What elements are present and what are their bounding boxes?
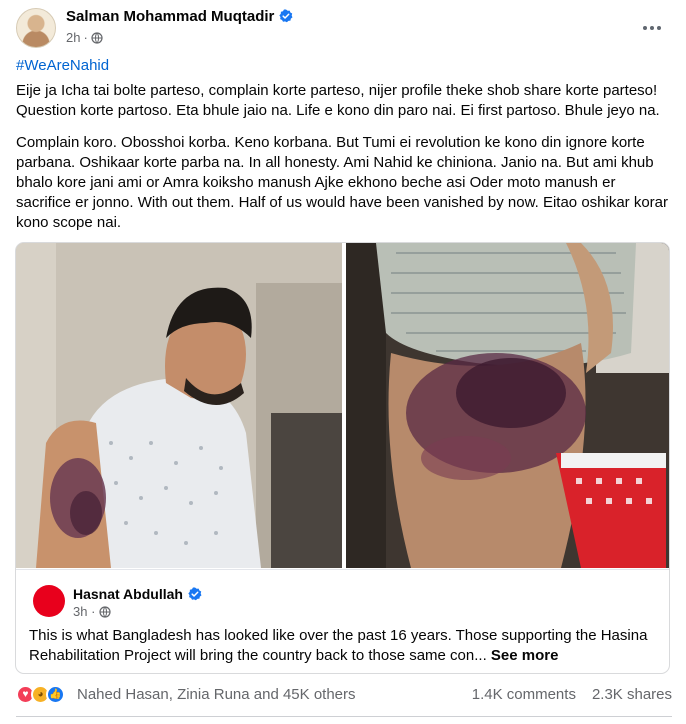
post-meta: 2h · — [66, 30, 103, 46]
engagement-counts: 1.4K comments 2.3K shares — [456, 686, 672, 703]
more-dot-icon — [657, 26, 661, 30]
post-time[interactable]: 2h — [66, 30, 80, 45]
post-paragraph-2: Complain koro. Obosshoi korba. Keno korb… — [16, 134, 669, 231]
photo-man-bruised-arm[interactable] — [16, 243, 342, 568]
verified-badge-icon — [279, 9, 293, 23]
see-more-link[interactable]: See more — [491, 647, 559, 664]
post-header: Salman Mohammad Muqtadir 2h · — [16, 8, 670, 48]
photo-right-illustration — [346, 243, 669, 568]
reaction-icons[interactable]: ♥ ◕ 👍 — [16, 685, 65, 705]
more-options-button[interactable] — [634, 10, 670, 46]
globe-icon[interactable] — [91, 32, 103, 44]
post-stats-bar: ♥ ◕ 👍 Nahed Hasan, Zinia Runa and 45K ot… — [16, 684, 672, 706]
shared-post-time[interactable]: 3h — [73, 604, 87, 619]
author-line: Salman Mohammad Muqtadir — [66, 8, 293, 26]
shared-post-meta: 3h · — [73, 604, 111, 619]
globe-icon[interactable] — [99, 606, 111, 618]
more-dot-icon — [650, 26, 654, 30]
post-paragraph-1: Eije ja Icha tai bolte parteso, complain… — [16, 82, 660, 119]
photo-bruised-thigh[interactable] — [346, 243, 669, 568]
hashtag-link[interactable]: #WeAreNahid — [16, 57, 109, 74]
shared-post-text: This is what Bangladesh has looked like … — [29, 626, 659, 666]
shared-post-content: Hasnat Abdullah 3h · This is what Bangla… — [16, 569, 669, 673]
shared-author-line: Hasnat Abdullah — [73, 586, 202, 602]
meta-separator: · — [87, 604, 100, 619]
verified-badge-icon — [188, 587, 202, 601]
reactors-summary[interactable]: Nahed Hasan, Zinia Runa and 45K others — [77, 686, 356, 703]
action-bar-divider — [16, 716, 672, 717]
meta-separator: · — [83, 30, 88, 45]
more-dot-icon — [643, 26, 647, 30]
author-avatar[interactable] — [16, 8, 56, 48]
shared-author-avatar[interactable] — [33, 585, 65, 617]
shared-post-card[interactable]: Hasnat Abdullah 3h · This is what Bangla… — [15, 242, 670, 674]
like-reaction-icon: 👍 — [46, 685, 65, 704]
photo-left-illustration — [16, 243, 342, 568]
shares-count[interactable]: 2.3K shares — [592, 686, 672, 703]
author-name[interactable]: Salman Mohammad Muqtadir — [66, 8, 274, 25]
shared-author-name[interactable]: Hasnat Abdullah — [73, 586, 183, 602]
comments-count[interactable]: 1.4K comments — [472, 686, 576, 703]
